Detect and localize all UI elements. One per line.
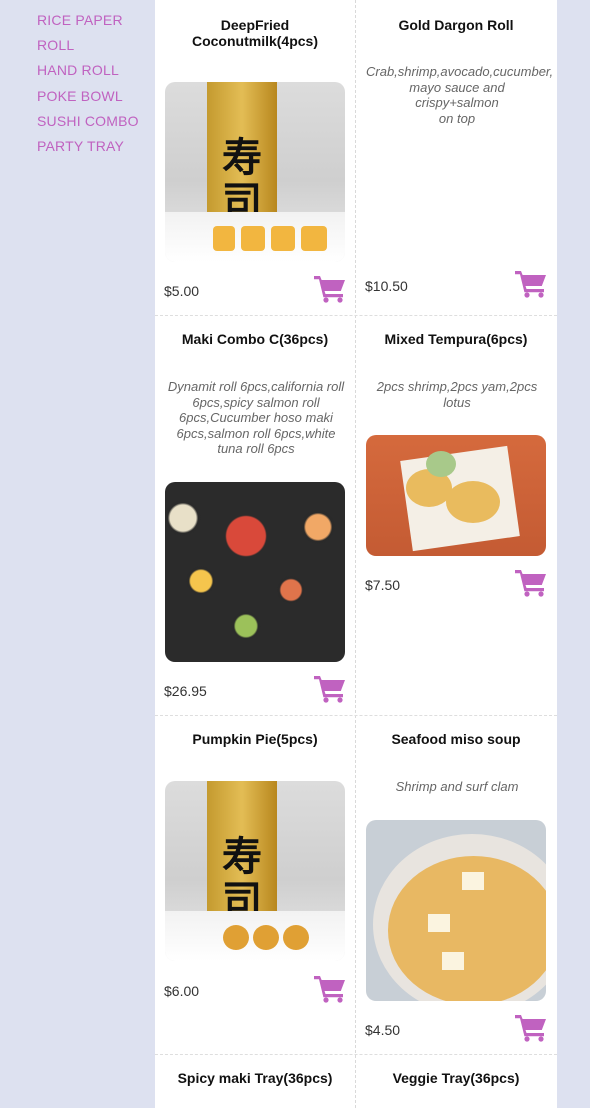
item-description-line: 2pcs shrimp,2pcs yam,2pcs <box>376 379 538 394</box>
item-photo[interactable] <box>165 482 345 662</box>
food-piece <box>241 226 265 252</box>
item-description-line: tuna roll 6pcs <box>217 441 295 456</box>
menu-item-card[interactable]: Maki Combo C(36pcs) Dynamit roll 6pcs,ca… <box>155 316 355 715</box>
category-link-roll[interactable]: ROLL <box>37 37 74 53</box>
category-link-sushi-combo[interactable]: SUSHI COMBO <box>37 113 139 129</box>
item-description: Dynamit roll 6pcs,california roll 6pcs,s… <box>165 379 347 457</box>
food-piece <box>253 925 279 951</box>
item-description: 2pcs shrimp,2pcs yam,2pcs lotus <box>366 379 548 410</box>
item-price: $26.95 <box>164 683 207 699</box>
item-description-line: Crab,shrimp,avocado,cucumber, <box>366 64 554 79</box>
item-price: $4.50 <box>365 1022 401 1038</box>
food-piece <box>283 925 309 951</box>
tofu-cube <box>428 914 450 932</box>
item-price: $10.50 <box>365 278 408 294</box>
tofu-cube <box>462 872 484 890</box>
item-title: Veggie Tray(36pcs) <box>392 1070 520 1086</box>
category-link-hand-roll[interactable]: HAND ROLL <box>37 62 119 78</box>
tempura-piece <box>446 481 500 523</box>
item-title: Pumpkin Pie(5pcs) <box>192 731 318 747</box>
item-title: Maki Combo C(36pcs) <box>181 331 329 347</box>
item-photo[interactable] <box>366 820 546 1001</box>
item-photo[interactable]: 寿司 <box>165 781 345 961</box>
food-piece <box>223 925 249 951</box>
menu-item-card[interactable]: Seafood miso soup Shrimp and surf clam $… <box>356 716 556 1054</box>
item-title: Gold Dargon Roll <box>398 17 514 33</box>
shopping-cart-icon[interactable] <box>514 268 548 298</box>
item-description-line: mayo sauce and crispy+salmon <box>409 79 505 111</box>
menu-item-card[interactable]: Veggie Tray(36pcs) <box>356 1055 556 1108</box>
item-price: $5.00 <box>164 283 200 299</box>
menu-item-card[interactable]: Spicy maki Tray(36pcs) <box>155 1055 355 1108</box>
shopping-cart-icon[interactable] <box>313 273 347 303</box>
item-price: $7.50 <box>365 577 401 593</box>
item-photo[interactable]: 寿司 <box>165 82 345 262</box>
menu-item-card[interactable]: DeepFried Coconutmilk(4pcs) 寿司 $5.00 <box>155 0 355 315</box>
item-photo[interactable] <box>366 435 546 556</box>
food-piece <box>271 226 295 252</box>
shopping-cart-icon[interactable] <box>514 1012 548 1042</box>
item-description-line: 6pcs,salmon roll 6pcs,white <box>176 425 336 441</box>
item-description-line: Dynamit roll 6pcs,california roll <box>167 379 345 394</box>
shopping-cart-icon[interactable] <box>313 673 347 703</box>
menu-grid: DeepFried Coconutmilk(4pcs) 寿司 $5.00 Gol… <box>155 0 557 1108</box>
shopping-cart-icon[interactable] <box>313 973 347 1003</box>
item-title-line: DeepFried <box>220 17 290 33</box>
menu-item-card[interactable]: Gold Dargon Roll Crab,shrimp,avocado,cuc… <box>356 0 556 315</box>
food-piece <box>213 226 235 252</box>
menu-item-card[interactable]: Pumpkin Pie(5pcs) 寿司 $6.00 <box>155 716 355 1054</box>
item-description: Shrimp and surf clam <box>395 779 519 794</box>
item-description: Crab,shrimp,avocado,cucumber, mayo sauce… <box>366 64 553 126</box>
menu-item-card[interactable]: Mixed Tempura(6pcs) 2pcs shrimp,2pcs yam… <box>356 316 556 715</box>
item-description-line: 6pcs,spicy salmon roll <box>192 394 320 410</box>
tempura-piece <box>426 451 456 477</box>
item-title: Mixed Tempura(6pcs) <box>384 331 528 347</box>
item-description-line: 6pcs,Cucumber hoso maki <box>179 410 333 425</box>
category-link-party-tray[interactable]: PARTY TRAY <box>37 138 124 154</box>
category-link-rice-paper[interactable]: RICE PAPER <box>37 12 123 28</box>
item-price: $6.00 <box>164 983 200 999</box>
item-description-line: lotus <box>443 394 471 410</box>
item-title-line: Coconutmilk(4pcs) <box>191 33 318 49</box>
tofu-cube <box>442 952 464 970</box>
item-title: Seafood miso soup <box>391 731 521 747</box>
food-piece <box>301 226 327 252</box>
item-title: Spicy maki Tray(36pcs) <box>177 1070 333 1086</box>
item-title: DeepFried Coconutmilk(4pcs) <box>163 17 347 49</box>
item-description-line: on top <box>438 110 476 126</box>
category-link-poke-bowl[interactable]: POKE BOWL <box>37 88 123 104</box>
category-sidebar: RICE PAPER ROLL HAND ROLL POKE BOWL SUSH… <box>0 0 155 1108</box>
shopping-cart-icon[interactable] <box>514 567 548 597</box>
